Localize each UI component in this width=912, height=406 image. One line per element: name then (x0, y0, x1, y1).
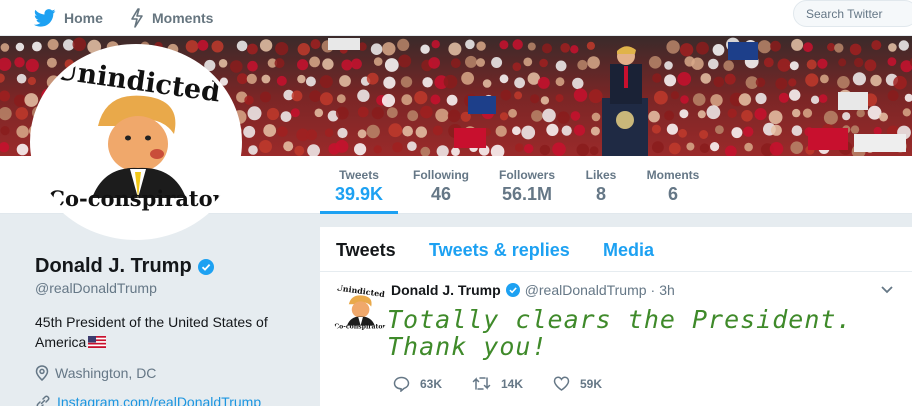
avatar-bottom-text: Co-conspirator (334, 323, 386, 330)
stat-label: Following (413, 168, 469, 182)
avatar-bottom-text: Co-conspirator (48, 186, 224, 211)
stat-label: Moments (646, 168, 700, 182)
profile-name[interactable]: Donald J. Trump (35, 255, 214, 278)
nav-home[interactable]: Home (34, 0, 103, 36)
tweet-author-handle[interactable]: @realDonaldTrump (525, 282, 647, 298)
tweet-timestamp[interactable]: 3h (659, 282, 675, 298)
stat-following[interactable]: Following 46 (406, 156, 476, 214)
verified-badge-icon (505, 283, 520, 297)
profile-name-text: Donald J. Trump (35, 255, 192, 277)
search-placeholder: Search Twitter (806, 7, 883, 21)
tweet-text: Totally clears the President. Thank you! (387, 305, 853, 361)
stat-moments[interactable]: Moments 6 (638, 156, 708, 214)
reply-icon (393, 376, 410, 392)
profile-link-text: Instagram.com/realDonaldTrump (57, 394, 262, 406)
tab-tweets[interactable]: Tweets (336, 240, 396, 261)
caricature-image: Unindicted Co-conspirator (34, 48, 238, 236)
like-count: 59K (580, 376, 603, 391)
us-flag-icon (88, 336, 107, 348)
profile-avatar[interactable]: Unindicted Co-conspirator (30, 44, 242, 240)
verified-badge-icon (197, 258, 214, 275)
retweet-count: 14K (501, 376, 524, 391)
stat-label: Likes (585, 168, 617, 182)
nav-moments-label: Moments (152, 10, 214, 26)
profile-location: Washington, DC (35, 365, 156, 381)
search-input[interactable]: Search Twitter (793, 0, 912, 27)
retweet-button[interactable]: 14K (472, 376, 523, 391)
tab-media[interactable]: Media (603, 240, 654, 261)
profile-link[interactable]: Instagram.com/realDonaldTrump (35, 394, 261, 406)
link-icon (36, 395, 50, 406)
stat-value: 8 (595, 184, 606, 204)
tweet[interactable]: Unindicted Co-conspirator Donald J. Trum… (320, 272, 912, 406)
stat-likes[interactable]: Likes 8 (578, 156, 624, 214)
timeline-tabs: Tweets Tweets & replies Media (320, 227, 912, 272)
stat-value: 39.9K (334, 184, 384, 204)
stat-label: Tweets (339, 168, 379, 182)
chevron-down-icon[interactable] (880, 285, 894, 295)
tweet-header: Donald J. Trump @realDonaldTrump · 3h (391, 282, 675, 298)
stat-value: 56.1M (501, 184, 553, 204)
profile-handle[interactable]: @realDonaldTrump (35, 280, 157, 296)
stat-value: 46 (430, 184, 452, 204)
stat-value: 6 (667, 184, 678, 204)
profile-bio-text: 45th President of the United States of A… (35, 314, 268, 350)
stat-tweets[interactable]: Tweets 39.9K (320, 156, 398, 214)
heart-icon (553, 376, 570, 391)
stat-label: Followers (498, 168, 555, 182)
tweet-avatar[interactable]: Unindicted Co-conspirator (330, 279, 390, 339)
tweet-author-name[interactable]: Donald J. Trump (391, 282, 501, 298)
like-button[interactable]: 59K (553, 376, 602, 391)
location-pin-icon (35, 365, 49, 381)
profile-card: Donald J. Trump @realDonaldTrump 45th Pr… (0, 214, 310, 406)
tweet-actions: 63K 14K 59K (393, 376, 693, 394)
retweet-icon (472, 377, 491, 390)
reply-button[interactable]: 63K (393, 376, 442, 392)
reply-count: 63K (420, 377, 443, 391)
profile-location-text: Washington, DC (55, 365, 157, 381)
nav-home-label: Home (64, 10, 103, 26)
tab-tweets-and-replies[interactable]: Tweets & replies (429, 240, 570, 261)
stat-followers[interactable]: Followers 56.1M (494, 156, 560, 214)
nav-moments[interactable]: Moments (130, 0, 213, 36)
top-nav: Home Moments Search Twitter (0, 0, 912, 36)
lightning-icon (131, 8, 143, 28)
caricature-image: Unindicted Co-conspirator (330, 281, 390, 337)
bird-icon (34, 9, 56, 27)
profile-bio: 45th President of the United States of A… (35, 312, 305, 352)
tweet-separator: · (650, 282, 656, 298)
timeline: Tweets Tweets & replies Media Unindicted… (320, 227, 912, 406)
